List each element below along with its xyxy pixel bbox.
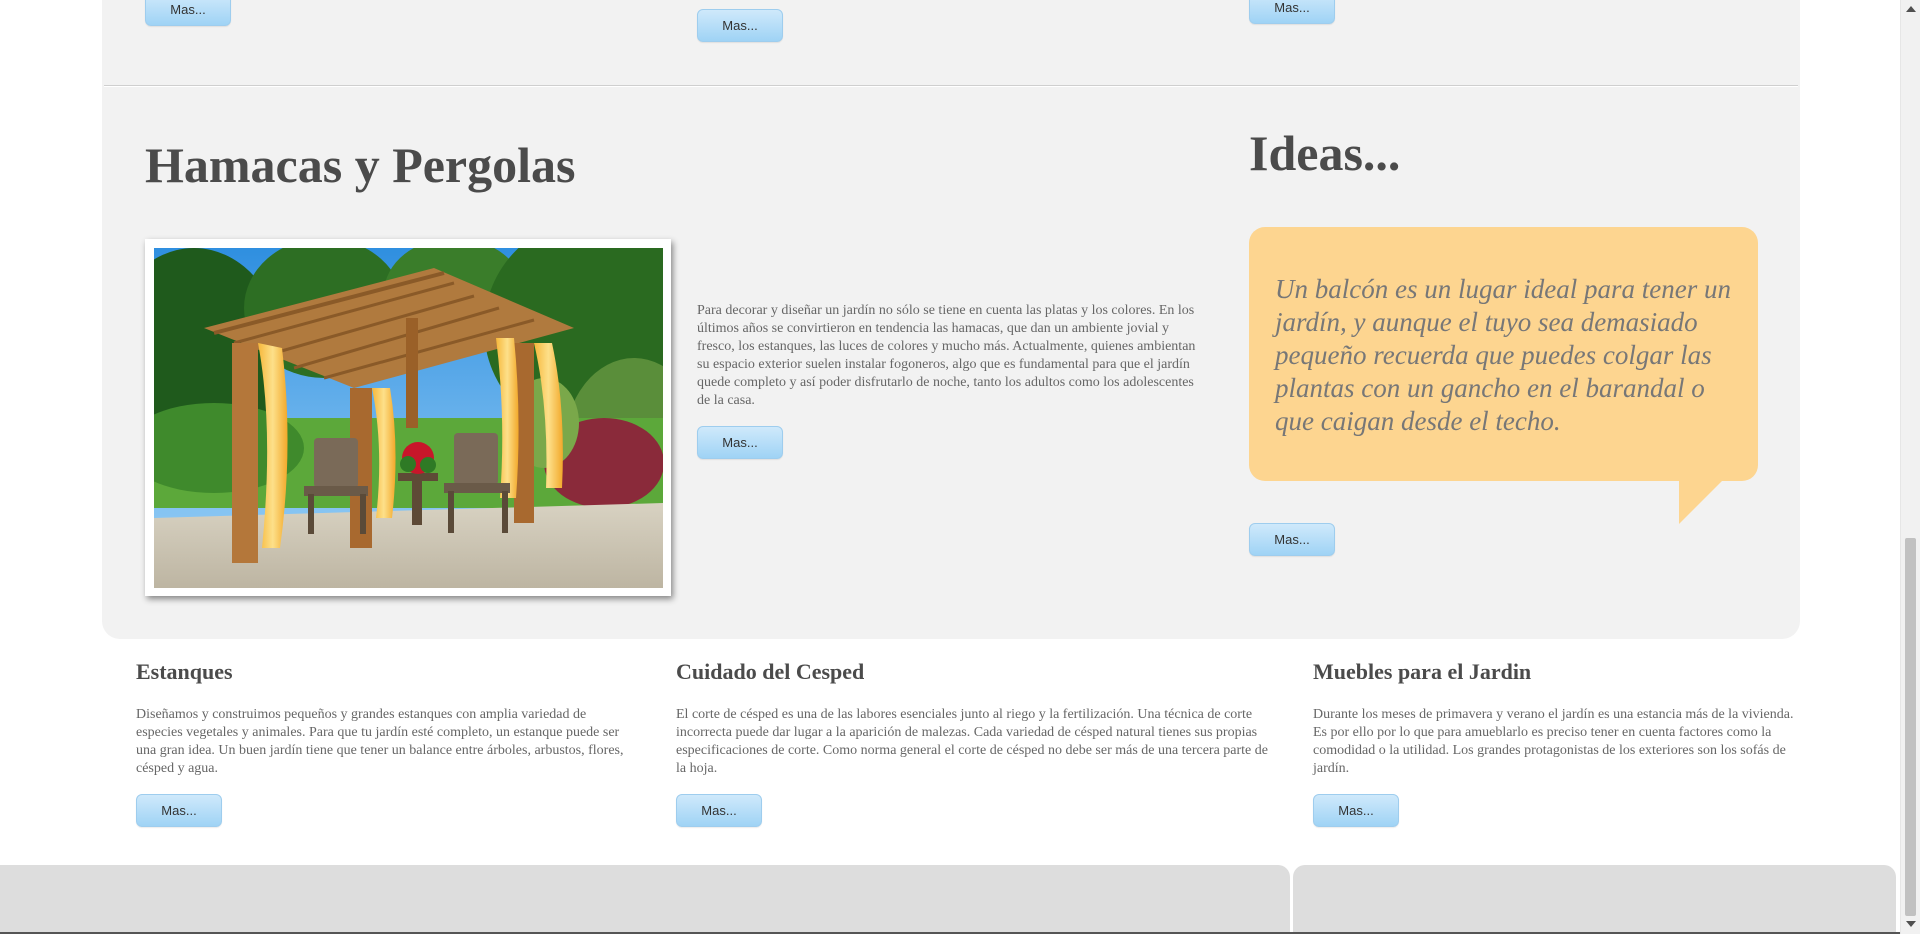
cesped-mas-button[interactable]: Mas... [676,794,762,827]
top-mas-button-1[interactable]: Mas... [145,0,231,26]
top-mas-button-3[interactable]: Mas... [1249,0,1335,24]
quote-bubble-tail [1679,480,1723,524]
ideas-title: Ideas... [1249,125,1401,181]
estanques-mas-button[interactable]: Mas... [136,794,222,827]
pergola-photo [154,248,663,588]
cesped-paragraph: El corte de césped es una de las labores… [676,707,1268,776]
muebles-title: Muebles para el Jardin [1313,659,1532,684]
hamacas-title: Hamacas y Pergolas [145,137,576,193]
page: Mas... Mas... Mas... Hamacas y Pergolas [0,0,1900,934]
footer-right-panel [1293,865,1896,934]
muebles-paragraph: Durante los meses de primavera y verano … [1313,707,1794,776]
hamacas-mas-button[interactable]: Mas... [697,426,783,459]
pergola-photo-frame [145,239,671,596]
footer-left-panel [0,865,1290,934]
section-divider [104,85,1798,87]
scroll-down-arrow-icon[interactable] [1906,921,1916,927]
cesped-title: Cuidado del Cesped [676,659,865,684]
estanques-paragraph: Diseñamos y construimos pequeños y grand… [136,707,624,776]
ideas-mas-button[interactable]: Mas... [1249,523,1335,556]
vertical-scrollbar[interactable] [1900,0,1920,934]
estanques-title: Estanques [136,659,233,684]
muebles-mas-button[interactable]: Mas... [1313,794,1399,827]
scrollbar-thumb[interactable] [1905,538,1916,916]
top-mas-button-2[interactable]: Mas... [697,9,783,42]
ideas-quote-text: Un balcón es un lugar ideal para tener u… [1275,274,1731,436]
ideas-quote-bubble: Un balcón es un lugar ideal para tener u… [1249,227,1758,481]
hamacas-paragraph: Para decorar y diseñar un jardín no sólo… [697,303,1196,408]
scroll-up-arrow-icon[interactable] [1906,6,1916,12]
